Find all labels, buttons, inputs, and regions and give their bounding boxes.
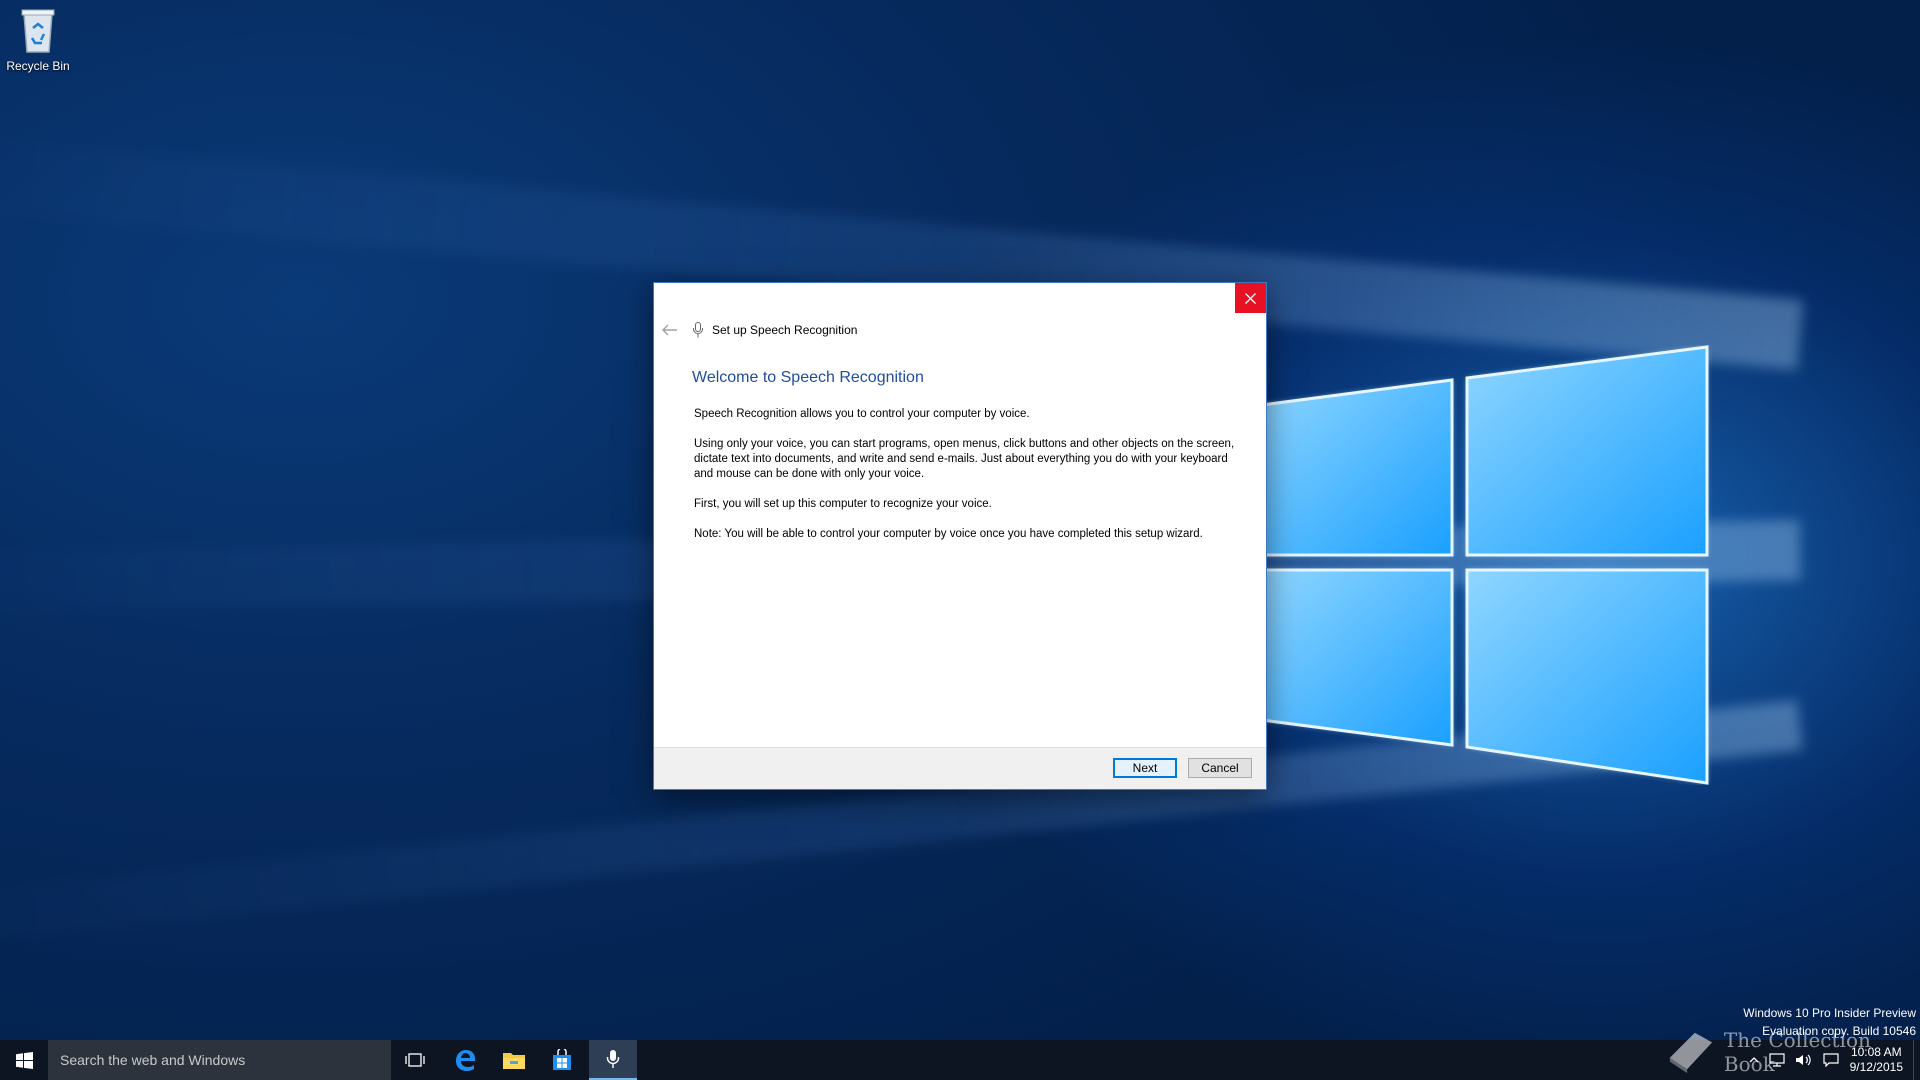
task-view-button[interactable] [391,1040,439,1080]
speech-recognition-setup-dialog: Set up Speech Recognition Welcome to Spe… [654,283,1266,789]
recycle-bin-shortcut[interactable]: Recycle Bin [4,6,72,73]
windows-logo-wallpaper [1262,345,1709,785]
back-button[interactable] [662,322,682,338]
next-button[interactable]: Next [1113,758,1177,778]
store-button[interactable] [538,1040,586,1080]
collection-book-watermark: The Collection Book [1666,1028,1920,1076]
setup-paragraph: First, you will set up this computer to … [694,498,992,510]
search-box[interactable]: Search the web and Windows [48,1040,391,1080]
microphone-icon [606,1050,620,1068]
recycle-bin-label: Recycle Bin [6,59,70,73]
windows-start-icon [15,1051,33,1069]
page-title: Welcome to Speech Recognition [692,369,924,386]
dialog-footer: Next Cancel [654,747,1266,789]
taskbar: Search the web and Windows 10:08 AM 9/12… [0,1040,1920,1080]
dialog-title: Set up Speech Recognition [712,323,858,337]
task-view-icon [405,1053,425,1067]
intro-paragraph: Speech Recognition allows you to control… [694,408,1030,420]
close-button[interactable] [1235,283,1266,313]
close-icon [1245,292,1256,304]
store-icon [553,1049,571,1070]
microphone-icon [692,321,706,339]
back-arrow-icon [662,324,677,336]
file-explorer-icon [503,1053,525,1069]
overlay-text: The Collection Book [1723,1028,1871,1076]
speech-recognition-taskbar-button[interactable] [589,1040,637,1080]
recycle-bin-icon [21,9,55,53]
start-button[interactable] [0,1040,48,1080]
edge-icon [456,1050,475,1071]
edge-button[interactable] [441,1040,489,1080]
book-icon [1669,1032,1713,1074]
dialog-header: Set up Speech Recognition [662,319,857,341]
cancel-button[interactable]: Cancel [1188,758,1252,778]
description-paragraph: Using only your voice, you can start pro… [694,438,1235,480]
watermark-edition: Windows 10 Pro Insider Preview [1743,1006,1916,1020]
dialog-body: Speech Recognition allows you to control… [694,407,1244,557]
file-explorer-button[interactable] [490,1040,538,1080]
search-placeholder: Search the web and Windows [60,1052,246,1068]
note-paragraph: Note: You will be able to control your c… [694,528,1203,540]
